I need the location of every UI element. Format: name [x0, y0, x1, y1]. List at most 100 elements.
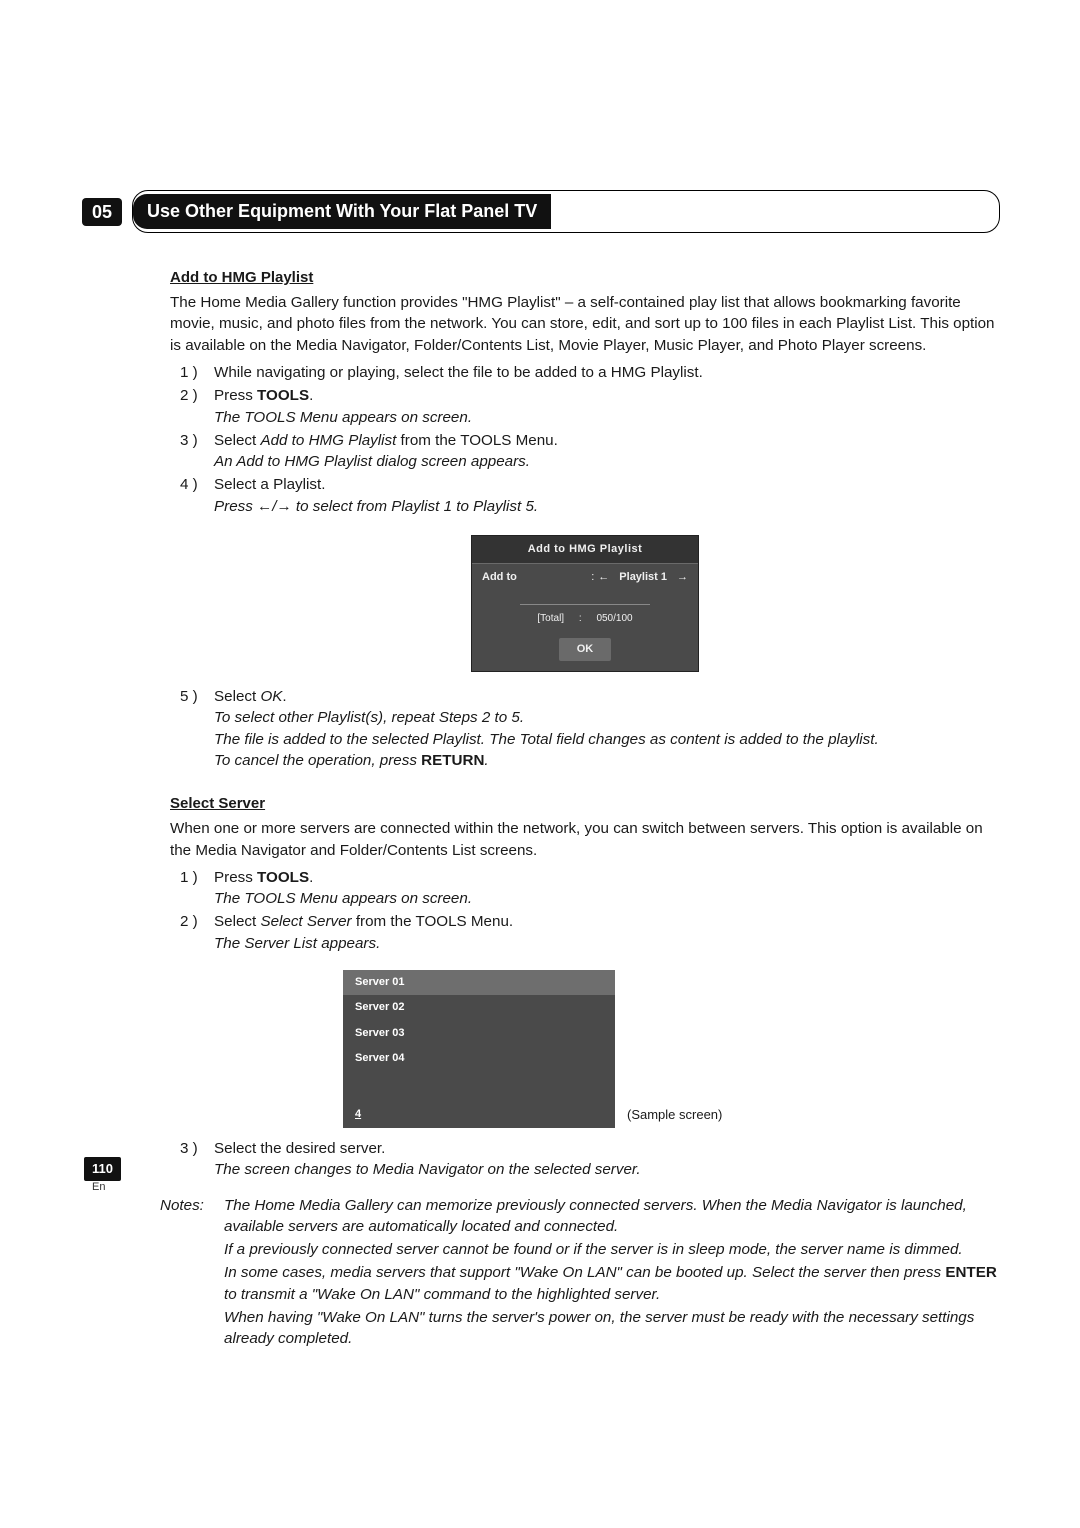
server-list-item[interactable]: Server 01 — [343, 970, 615, 995]
list-item: 1 ) Press TOOLS. The TOOLS Menu appears … — [170, 867, 1000, 910]
server-list-box: Server 01 Server 02 Server 03 Server 04 … — [343, 970, 615, 1128]
section-heading-add-to-hmg: Add to HMG Playlist — [170, 267, 1000, 288]
text: In some cases, media servers that suppor… — [224, 1264, 945, 1281]
page-language: En — [92, 1180, 105, 1195]
page-number: 110 — [84, 1157, 121, 1181]
text: from the TOOLS Menu. — [396, 432, 558, 449]
dialog-total-row: [Total] : 050/100 — [472, 592, 698, 632]
arrow-right-icon[interactable]: → — [677, 570, 688, 585]
step-note: The TOOLS Menu appears on screen. — [214, 409, 472, 426]
sample-screen-caption: (Sample screen) — [627, 1106, 722, 1128]
text: from the TOOLS Menu. — [352, 913, 514, 930]
section1-steps-after: 5 ) Select OK. To select other Playlist(… — [170, 686, 1000, 771]
step-note: Press ←/→ to select from Playlist 1 to P… — [214, 498, 538, 515]
ok-button[interactable]: OK — [559, 638, 612, 661]
notes-body: The Home Media Gallery can memorize prev… — [224, 1195, 1000, 1352]
playlist-value: Playlist 1 — [619, 570, 667, 585]
text: Select a Playlist. — [214, 476, 325, 493]
step-note: To cancel the operation, press RETURN. — [214, 752, 489, 769]
notes-block: Notes: The Home Media Gallery can memori… — [170, 1195, 1000, 1352]
list-item: 4 ) Select a Playlist. Press ←/→ to sele… — [170, 474, 1000, 517]
chapter-title-pill: Use Other Equipment With Your Flat Panel… — [132, 190, 1000, 233]
step-body: Select Select Server from the TOOLS Menu… — [214, 911, 1000, 954]
step-body: Select the desired server. The screen ch… — [214, 1138, 1000, 1181]
step-body: Select a Playlist. Press ←/→ to select f… — [214, 474, 1000, 517]
text: . — [309, 869, 313, 886]
text: Select — [214, 432, 260, 449]
bold: RETURN — [421, 752, 484, 769]
section2-intro: When one or more servers are connected w… — [170, 818, 1000, 861]
list-item: 2 ) Select Select Server from the TOOLS … — [170, 911, 1000, 954]
colon: : — [591, 570, 594, 585]
dialog-row-addto: Add to : ← Playlist 1 → — [472, 563, 698, 591]
list-item: 3 ) Select Add to HMG Playlist from the … — [170, 430, 1000, 473]
text: . — [309, 387, 313, 404]
step-note: The TOOLS Menu appears on screen. — [214, 890, 472, 907]
content-area: 05 Use Other Equipment With Your Flat Pa… — [170, 190, 1000, 1352]
step-number: 2 ) — [170, 911, 214, 954]
text: To cancel the operation, press — [214, 752, 421, 769]
note-line: When having "Wake On LAN" turns the serv… — [224, 1307, 1000, 1350]
add-to-hmg-dialog: Add to HMG Playlist Add to : ← Playlist … — [471, 535, 699, 672]
arrow-left-icon: ← — [257, 498, 272, 515]
text: Select — [214, 913, 260, 930]
dialog-title: Add to HMG Playlist — [472, 536, 698, 563]
list-item: 5 ) Select OK. To select other Playlist(… — [170, 686, 1000, 771]
step-note: The screen changes to Media Navigator on… — [214, 1161, 641, 1178]
step-number: 4 ) — [170, 474, 214, 517]
text: Press — [214, 498, 257, 515]
section-heading-select-server: Select Server — [170, 793, 1000, 814]
step-number: 5 ) — [170, 686, 214, 771]
step-number: 3 ) — [170, 1138, 214, 1181]
section1-steps: 1 ) While navigating or playing, select … — [170, 362, 1000, 517]
step-body: Press TOOLS. The TOOLS Menu appears on s… — [214, 867, 1000, 910]
section1-intro: The Home Media Gallery function provides… — [170, 292, 1000, 356]
step-number: 1 ) — [170, 867, 214, 910]
list-item: 2 ) Press TOOLS. The TOOLS Menu appears … — [170, 385, 1000, 428]
arrow-left-icon[interactable]: ← — [598, 570, 609, 585]
total-value: 050/100 — [596, 613, 632, 624]
italic: Add to HMG Playlist — [260, 432, 396, 449]
total-label: [Total] — [537, 613, 564, 624]
server-list-item[interactable]: Server 04 — [343, 1046, 615, 1071]
bold: TOOLS — [257, 869, 309, 886]
chapter-title: Use Other Equipment With Your Flat Panel… — [133, 194, 551, 229]
notes-label: Notes: — [160, 1195, 224, 1352]
chapter-number: 05 — [82, 198, 122, 226]
dialog-ok-row: OK — [472, 632, 698, 671]
text: Press — [214, 869, 257, 886]
addto-label: Add to — [482, 570, 517, 585]
list-item: 3 ) Select the desired server. The scree… — [170, 1138, 1000, 1181]
step-body: Press TOOLS. The TOOLS Menu appears on s… — [214, 385, 1000, 428]
text: Press — [214, 387, 257, 404]
italic: Select Server — [260, 913, 351, 930]
manual-page: 05 Use Other Equipment With Your Flat Pa… — [0, 0, 1080, 1528]
text: Select — [214, 688, 260, 705]
step-body: Select Add to HMG Playlist from the TOOL… — [214, 430, 1000, 473]
section2-steps: 1 ) Press TOOLS. The TOOLS Menu appears … — [170, 867, 1000, 954]
text: Select the desired server. — [214, 1140, 385, 1157]
italic: OK — [260, 688, 282, 705]
step-note: The Server List appears. — [214, 935, 380, 952]
note-line: If a previously connected server cannot … — [224, 1239, 1000, 1260]
bold: TOOLS — [257, 387, 309, 404]
step-number: 2 ) — [170, 385, 214, 428]
note-line: In some cases, media servers that suppor… — [224, 1262, 1000, 1305]
step-number: 3 ) — [170, 430, 214, 473]
step-body: Select OK. To select other Playlist(s), … — [214, 686, 1000, 771]
server-list-item[interactable]: Server 02 — [343, 995, 615, 1020]
text: . — [282, 688, 286, 705]
text: to transmit a "Wake On LAN" command to t… — [224, 1286, 660, 1303]
arrow-right-icon: → — [276, 498, 291, 515]
step-note: To select other Playlist(s), repeat Step… — [214, 709, 524, 726]
list-item: 1 ) While navigating or playing, select … — [170, 362, 1000, 383]
server-list-figure: Server 01 Server 02 Server 03 Server 04 … — [343, 970, 1000, 1128]
text: . — [484, 752, 488, 769]
note-line: The Home Media Gallery can memorize prev… — [224, 1195, 1000, 1238]
server-list-item[interactable]: Server 03 — [343, 1021, 615, 1046]
server-count: 4 — [355, 1107, 361, 1122]
text: to select from Playlist 1 to Playlist 5. — [292, 498, 538, 515]
step-note: An Add to HMG Playlist dialog screen app… — [214, 453, 530, 470]
colon: : — [579, 613, 582, 624]
step-body: While navigating or playing, select the … — [214, 362, 1000, 383]
